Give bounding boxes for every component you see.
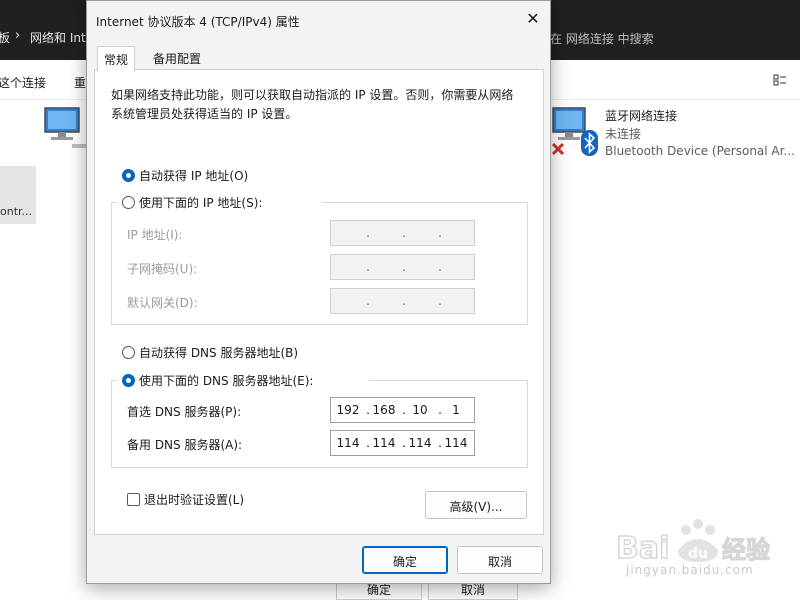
ip-address-input: . . . bbox=[330, 220, 475, 246]
ip-dot: . bbox=[402, 226, 406, 240]
ok-button[interactable]: 确定 bbox=[362, 546, 448, 574]
dialog-description: 如果网络支持此功能，则可以获取自动指派的 IP 设置。否则，你需要从网络系统管理… bbox=[111, 88, 514, 121]
advanced-button[interactable]: 高级(V)... bbox=[425, 491, 527, 519]
default-gateway-label: 默认网关(D): bbox=[127, 296, 198, 310]
validate-settings-label[interactable]: 退出时验证设置(L) bbox=[144, 491, 244, 508]
dns-auto-radio[interactable] bbox=[122, 346, 135, 359]
ipv4-properties-dialog: Internet 协议版本 4 (TCP/IPv4) 属性 ✕ 常规 备用配置 … bbox=[86, 0, 551, 584]
bluetooth-network-icon[interactable] bbox=[550, 104, 602, 160]
ip-manual-radio[interactable] bbox=[122, 196, 135, 209]
bluetooth-connection-name: 蓝牙网络连接 bbox=[605, 109, 678, 123]
dialog-tabs: 常规 备用配置 bbox=[93, 46, 543, 72]
ip-dot: . bbox=[438, 294, 442, 308]
ip-manual-label[interactable]: 使用下面的 IP 地址(S): bbox=[139, 194, 262, 211]
svg-text:Bai: Bai bbox=[616, 531, 669, 566]
ip-dot: . bbox=[438, 260, 442, 274]
baidu-watermark-url: jingyan.baidu.com bbox=[626, 563, 754, 577]
ip-octet[interactable]: 1 bbox=[443, 403, 469, 417]
ip-dot: . bbox=[402, 260, 406, 274]
bluetooth-device-name: Bluetooth Device (Personal Ar... bbox=[605, 144, 795, 158]
breadcrumb-chevron-icon: › bbox=[15, 28, 21, 43]
network-adapter-icon[interactable] bbox=[42, 104, 90, 152]
selected-connection-label: ontr... bbox=[0, 205, 33, 218]
dns-manual-radio[interactable] bbox=[122, 374, 135, 387]
svg-text:du: du bbox=[688, 546, 708, 562]
ip-dot: . bbox=[438, 226, 442, 240]
dns-manual-label[interactable]: 使用下面的 DNS 服务器地址(E): bbox=[139, 372, 313, 389]
alternate-dns-label: 备用 DNS 服务器(A): bbox=[127, 438, 243, 452]
command-rename[interactable]: 重 bbox=[74, 74, 86, 91]
ip-address-label: IP 地址(I): bbox=[127, 228, 183, 242]
preferred-dns-input[interactable]: 192 . 168 . 10 . 1 bbox=[330, 397, 475, 423]
subnet-mask-input: . . . bbox=[330, 254, 475, 280]
dns-auto-label[interactable]: 自动获得 DNS 服务器地址(B) bbox=[139, 344, 298, 361]
tab-general[interactable]: 常规 bbox=[97, 46, 136, 72]
alternate-dns-input[interactable]: 114 . 114 . 114 . 114 bbox=[330, 430, 475, 456]
ip-auto-label[interactable]: 自动获得 IP 地址(O) bbox=[139, 167, 248, 184]
preferred-dns-label: 首选 DNS 服务器(P): bbox=[127, 405, 242, 419]
ip-dot: . bbox=[366, 226, 370, 240]
default-gateway-input: . . . bbox=[330, 288, 475, 314]
tab-alternate-config[interactable]: 备用配置 bbox=[147, 46, 207, 70]
svg-text:经验: 经验 bbox=[722, 536, 770, 564]
cancel-button[interactable]: 取消 bbox=[457, 546, 543, 574]
view-options-icon[interactable] bbox=[772, 72, 788, 88]
ip-octet[interactable]: 10 bbox=[407, 403, 433, 417]
close-icon[interactable]: ✕ bbox=[519, 5, 547, 33]
search-box[interactable]: 在 网络连接 中搜索 bbox=[540, 28, 800, 50]
ip-octet[interactable]: 192 bbox=[335, 403, 361, 417]
bluetooth-connection-status: 未连接 bbox=[605, 127, 642, 141]
breadcrumb-network-internet[interactable]: 网络和 Inte bbox=[30, 29, 93, 46]
search-placeholder: 在 网络连接 中搜索 bbox=[550, 32, 654, 46]
ip-dot: . bbox=[366, 260, 370, 274]
ip-octet[interactable]: 114 bbox=[371, 436, 397, 450]
breadcrumb-control-panel[interactable]: 板 bbox=[0, 29, 10, 46]
ip-octet[interactable]: 114 bbox=[443, 436, 469, 450]
ip-auto-radio[interactable] bbox=[122, 169, 135, 182]
ip-dot: . bbox=[366, 294, 370, 308]
ip-dot: . bbox=[402, 294, 406, 308]
ip-octet[interactable]: 114 bbox=[407, 436, 433, 450]
ip-octet[interactable]: 168 bbox=[371, 403, 397, 417]
validate-settings-checkbox[interactable] bbox=[127, 493, 140, 506]
subnet-mask-label: 子网掩码(U): bbox=[127, 262, 198, 276]
command-connection[interactable]: 这个连接 bbox=[0, 74, 46, 91]
general-tab-panel: 如果网络支持此功能，则可以获取自动指派的 IP 设置。否则，你需要从网络系统管理… bbox=[94, 69, 544, 535]
dialog-title: Internet 协议版本 4 (TCP/IPv4) 属性 bbox=[96, 15, 300, 29]
ip-octet[interactable]: 114 bbox=[335, 436, 361, 450]
